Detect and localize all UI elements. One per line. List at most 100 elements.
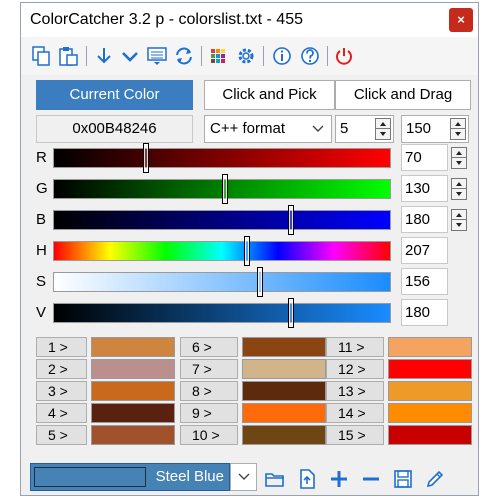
palette-slot-button[interactable]: 15 >: [326, 425, 384, 445]
info-icon[interactable]: [271, 45, 293, 67]
palette-slot-button[interactable]: 11 >: [326, 337, 384, 357]
palette-color-swatch[interactable]: [242, 337, 326, 357]
toolbar-separator: [201, 46, 202, 66]
spin-down-button[interactable]: [451, 158, 467, 169]
import-file-icon[interactable]: [296, 468, 318, 490]
refresh-icon[interactable]: [173, 45, 195, 67]
palette-slot-button[interactable]: 9 >: [180, 403, 238, 423]
palette-color-swatch[interactable]: [91, 381, 175, 401]
slider-thumb-s[interactable]: [257, 267, 263, 297]
value-field-b[interactable]: 180: [401, 206, 448, 233]
palette-color-swatch[interactable]: [388, 381, 472, 401]
value-text-g: 130: [405, 180, 431, 197]
slider-r[interactable]: [53, 143, 391, 173]
slider-thumb-v[interactable]: [288, 298, 294, 328]
palette-slot-button[interactable]: 14 >: [326, 403, 384, 423]
chevron-down-icon[interactable]: [119, 45, 141, 67]
value-field-r[interactable]: 70: [401, 144, 448, 171]
spin-down-button[interactable]: [451, 189, 467, 200]
spin-up-button[interactable]: [451, 209, 467, 220]
slider-label-b: B: [36, 211, 47, 228]
spin-down-button[interactable]: [375, 129, 391, 140]
slider-thumb-r[interactable]: [143, 143, 149, 173]
palette-color-swatch[interactable]: [91, 359, 175, 379]
slider-label-s: S: [36, 273, 47, 290]
preset-dropdown-button[interactable]: [230, 463, 257, 491]
palette-slot-button[interactable]: 7 >: [180, 359, 238, 379]
palette-slot-button[interactable]: 12 >: [326, 359, 384, 379]
spin-down-button[interactable]: [451, 220, 467, 231]
palette-color-swatch[interactable]: [91, 403, 175, 423]
palette-color-swatch[interactable]: [388, 425, 472, 445]
power-icon[interactable]: [333, 45, 355, 67]
spin-up-button[interactable]: [451, 147, 467, 158]
palette-color-swatch[interactable]: [388, 359, 472, 379]
palette-icon[interactable]: [207, 45, 229, 67]
palette-slot-button[interactable]: 10 >: [180, 425, 238, 445]
value-spinner[interactable]: 150: [401, 115, 469, 143]
preset-color-select[interactable]: Steel Blue: [30, 463, 230, 491]
click-and-drag-button[interactable]: Click and Drag: [335, 80, 471, 110]
palette-slot-button[interactable]: 13 >: [326, 381, 384, 401]
palette-color-swatch[interactable]: [242, 403, 326, 423]
palette-slot-button[interactable]: 6 >: [180, 337, 238, 357]
spin-up-button[interactable]: [450, 118, 466, 129]
paste-icon[interactable]: [58, 45, 80, 67]
slider-label-h: H: [36, 242, 47, 259]
spin-up-button[interactable]: [451, 178, 467, 189]
value-field-v[interactable]: 180: [401, 299, 448, 326]
palette-slot-button[interactable]: 8 >: [180, 381, 238, 401]
slider-thumb-h[interactable]: [244, 236, 250, 266]
slider-b[interactable]: [53, 205, 391, 235]
palette-color-swatch[interactable]: [242, 425, 326, 445]
help-icon[interactable]: [299, 45, 321, 67]
hex-color-value[interactable]: 0x00B48246: [36, 115, 193, 143]
spin-down-button[interactable]: [450, 129, 466, 140]
format-select[interactable]: C++ format: [204, 115, 332, 143]
slider-v[interactable]: [53, 298, 391, 328]
screen-capture-icon[interactable]: [146, 45, 168, 67]
chevron-down-icon: [238, 473, 250, 480]
palette-color-swatch[interactable]: [388, 337, 472, 357]
edit-pencil-icon[interactable]: [424, 468, 446, 490]
click-and-pick-button[interactable]: Click and Pick: [204, 80, 335, 110]
add-plus-icon[interactable]: [328, 468, 350, 490]
palette-slot-button[interactable]: 4 >: [36, 403, 87, 423]
value-field-g[interactable]: 130: [401, 175, 448, 202]
open-folder-icon[interactable]: [264, 468, 286, 490]
palette-color-swatch[interactable]: [242, 359, 326, 379]
slider-thumb-g[interactable]: [222, 174, 228, 204]
save-disk-icon[interactable]: [392, 468, 414, 490]
palette-slot-button[interactable]: 1 >: [36, 337, 87, 357]
slider-g[interactable]: [53, 174, 391, 204]
palette-color-swatch[interactable]: [91, 337, 175, 357]
value-text-v: 180: [405, 304, 431, 321]
spin-up-button[interactable]: [375, 118, 391, 129]
copy-icon[interactable]: [30, 45, 52, 67]
current-color-button[interactable]: Current Color: [36, 80, 193, 110]
palette-slot-button[interactable]: 3 >: [36, 381, 87, 401]
offset-spinner[interactable]: 5: [335, 115, 394, 143]
spinner-buttons-r[interactable]: [451, 147, 467, 169]
value-field-h[interactable]: 207: [401, 237, 448, 264]
value-text-h: 207: [405, 242, 431, 259]
palette-color-swatch[interactable]: [388, 403, 472, 423]
slider-label-r: R: [36, 149, 47, 166]
palette-slot-button[interactable]: 5 >: [36, 425, 87, 445]
toolbar: [21, 37, 478, 75]
remove-minus-icon[interactable]: [360, 468, 382, 490]
preset-color-swatch: [34, 467, 146, 487]
slider-thumb-b[interactable]: [288, 205, 294, 235]
spinner-buttons-b[interactable]: [451, 209, 467, 231]
arrow-down-icon[interactable]: [93, 45, 115, 67]
spinner-buttons-g[interactable]: [451, 178, 467, 200]
palette-color-swatch[interactable]: [242, 381, 326, 401]
slider-s[interactable]: [53, 267, 391, 297]
slider-h[interactable]: [53, 236, 391, 266]
palette-slot-button[interactable]: 2 >: [36, 359, 87, 379]
palette-color-swatch[interactable]: [91, 425, 175, 445]
close-button[interactable]: ×: [449, 8, 473, 32]
value-field-s[interactable]: 156: [401, 268, 448, 295]
settings-gear-icon[interactable]: [235, 45, 257, 67]
colorcatcher-window: ColorCatcher 3.2 p - colorslist.txt - 45…: [20, 2, 479, 496]
